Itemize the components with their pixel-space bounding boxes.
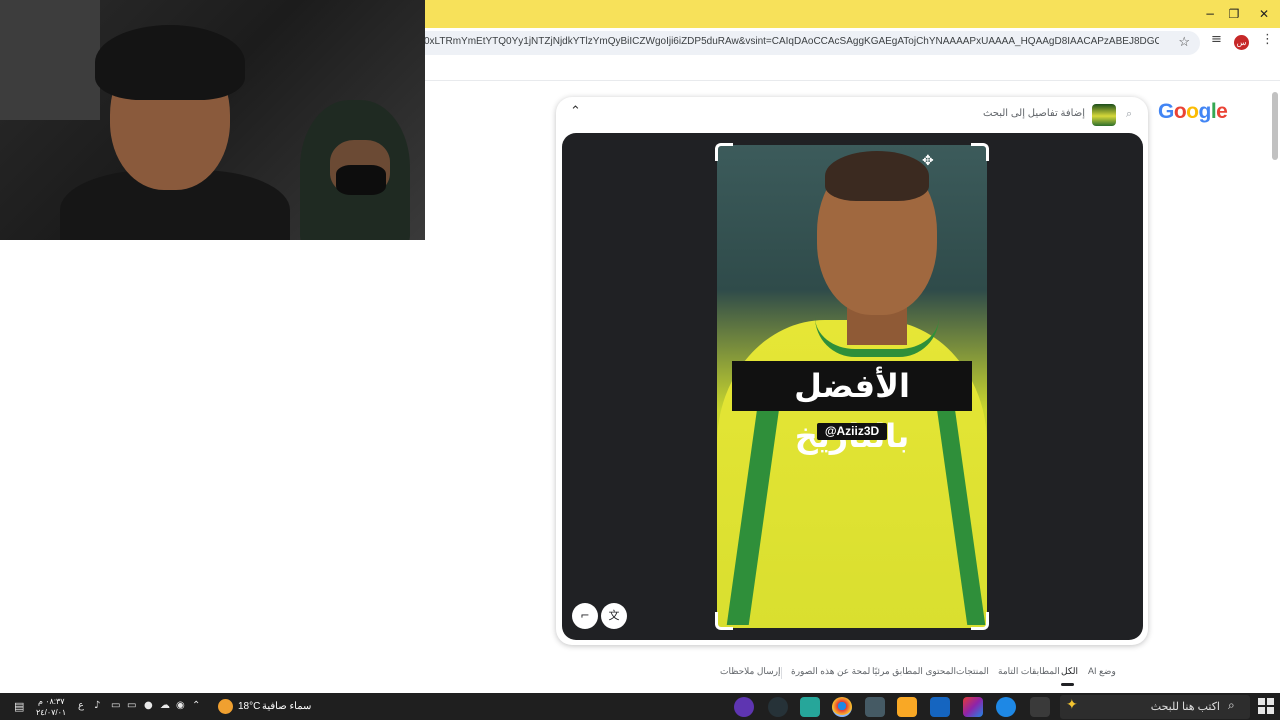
- tab-exact-matches[interactable]: المطابقات التامة: [998, 666, 1060, 677]
- search-icon: ⌕: [1126, 107, 1133, 120]
- webcam-person-mask: [336, 165, 386, 195]
- weather-icon[interactable]: [218, 699, 233, 714]
- url-text: 0xLTRmYmEtYTQ0Yy1jNTZjNjdkYTlzYmQyBiICZW…: [424, 36, 1159, 47]
- microphone-icon[interactable]: ●: [144, 700, 153, 711]
- app-icon-green[interactable]: [800, 697, 820, 717]
- onedrive-icon[interactable]: ☁: [160, 700, 170, 711]
- search-input[interactable]: إضافة تفاصيل إلى البحث: [900, 108, 1085, 119]
- crop-mode-button[interactable]: ⌐: [572, 603, 598, 629]
- copilot-sparkle-icon[interactable]: ✦: [1066, 697, 1078, 713]
- tab-products[interactable]: المنتجات: [956, 666, 989, 677]
- steam-icon[interactable]: [768, 697, 788, 717]
- screen: − ❐ ✕ 0xLTRmYmEtYTQ0Yy1jNTZjNjdkYTlzYmQy…: [0, 0, 1280, 720]
- weather-temperature[interactable]: 18°C: [238, 701, 260, 712]
- move-cursor-icon: ✥: [922, 153, 934, 169]
- media-control-icon[interactable]: ≡: [1211, 32, 1222, 47]
- bookmark-star-icon[interactable]: ☆: [1178, 34, 1190, 50]
- clock-date[interactable]: ٢٤/٠٧/٠١: [36, 708, 66, 717]
- language-indicator[interactable]: ع: [78, 700, 84, 711]
- windows-start-icon[interactable]: [1258, 698, 1274, 714]
- browser-menu-icon[interactable]: ⋮: [1261, 32, 1274, 47]
- tray-app-icon[interactable]: ◉: [176, 700, 185, 711]
- notification-icon[interactable]: ▤: [14, 700, 24, 713]
- tab-visual-matches[interactable]: المحتوى المطابق مرئيًا: [872, 666, 956, 677]
- obs-icon[interactable]: [734, 697, 754, 717]
- store-app-icon[interactable]: [963, 697, 983, 717]
- crop-handle-bottom-right[interactable]: [971, 612, 989, 630]
- profile-avatar[interactable]: س: [1234, 35, 1249, 50]
- webcam-overlay: [0, 0, 425, 240]
- webcam-background: [0, 0, 100, 120]
- task-view-icon[interactable]: [1030, 697, 1050, 717]
- display-icon[interactable]: ▭: [111, 700, 120, 711]
- page-scrollbar[interactable]: [1272, 92, 1278, 160]
- active-tab-indicator: [1061, 683, 1074, 686]
- mail-icon[interactable]: [930, 697, 950, 717]
- photo-hair: [825, 151, 929, 201]
- search-image-thumbnail[interactable]: [1092, 104, 1116, 126]
- google-logo-letter: o: [1186, 100, 1199, 123]
- edge-icon[interactable]: [996, 697, 1016, 717]
- tray-chevron-icon[interactable]: ⌃: [192, 700, 200, 711]
- webcam-streamer-hair: [95, 25, 245, 100]
- chrome-icon[interactable]: [832, 697, 852, 717]
- google-logo-letter: g: [1198, 100, 1212, 123]
- close-button[interactable]: ✕: [1250, 4, 1278, 24]
- restore-button[interactable]: ❐: [1220, 4, 1248, 24]
- google-logo-letter: G: [1158, 100, 1174, 123]
- crop-handle-top-right[interactable]: [971, 143, 989, 161]
- taskbar-search-placeholder: اكتب هنا للبحث: [1150, 701, 1220, 713]
- google-logo-letter: o: [1173, 100, 1187, 123]
- photo-caption: الأفضل بالتاريخ: [732, 361, 972, 455]
- google-logo-letter: e: [1216, 100, 1228, 123]
- crop-handle-bottom-left[interactable]: [715, 612, 733, 630]
- network-icon[interactable]: ▭: [127, 700, 136, 711]
- file-explorer-icon[interactable]: [897, 697, 917, 717]
- clock-time[interactable]: ٠٨:٣٧ م: [38, 697, 65, 706]
- tab-ai-mode[interactable]: وضع AI: [1088, 666, 1116, 677]
- weather-description[interactable]: سماء صافية: [262, 701, 311, 712]
- taskbar-search-icon: ⌕: [1228, 698, 1235, 712]
- volume-icon[interactable]: ♪: [94, 700, 100, 711]
- store-icon[interactable]: [865, 697, 885, 717]
- tab-about-image[interactable]: لمحة عن هذه الصورة: [791, 666, 870, 677]
- google-logo[interactable]: Google: [1158, 100, 1228, 124]
- address-bar[interactable]: 0xLTRmYmEtYTQ0Yy1jNTZjNjdkYTlzYmQyBiICZW…: [390, 31, 1200, 55]
- crop-handle-top-left[interactable]: [715, 143, 733, 161]
- collapse-chevron-icon[interactable]: ⌃: [570, 104, 581, 119]
- tabs-divider: [781, 667, 782, 679]
- translate-button[interactable]: 文: [601, 603, 627, 629]
- lens-image-panel: الأفضل بالتاريخ @Aziiz3D ✥ ⌐ 文: [562, 133, 1143, 640]
- tab-all[interactable]: الكل: [1061, 666, 1078, 677]
- photo-handle-label: @Aziiz3D: [817, 423, 887, 440]
- send-feedback-link[interactable]: إرسال ملاحظات: [720, 666, 781, 677]
